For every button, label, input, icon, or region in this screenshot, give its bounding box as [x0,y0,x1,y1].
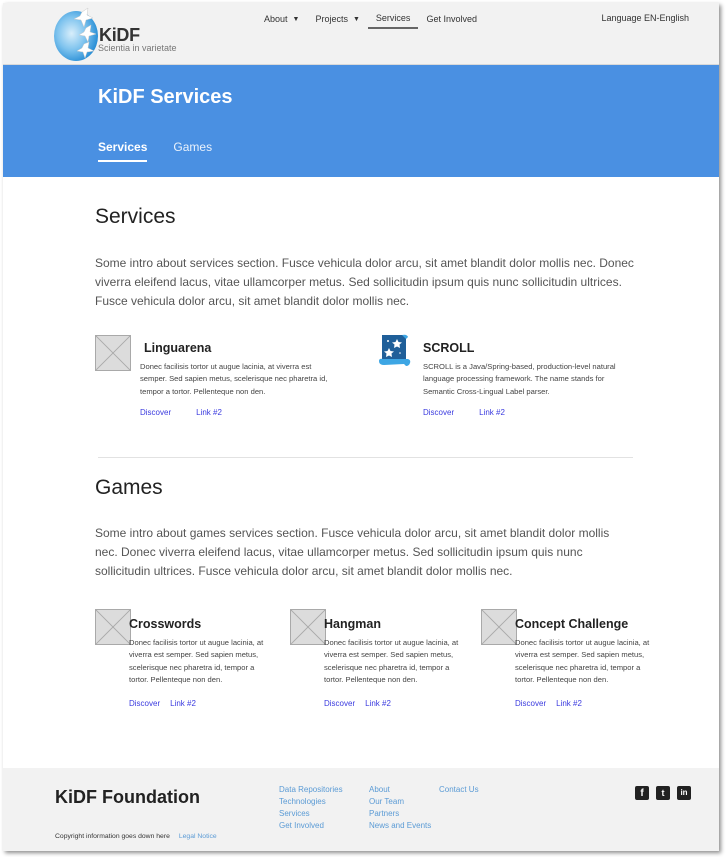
footer-link[interactable]: Our Team [369,796,431,808]
card-description: Donec facilisis tortor ut augue lacinia,… [140,362,328,396]
footer-link[interactable]: News and Events [369,820,431,832]
hero-banner: KiDF Services Services Games [3,65,719,177]
game-card-concept-challenge: Concept Challenge Donec facilisis tortor… [481,609,671,714]
link-2[interactable]: Link #2 [479,408,505,417]
page: KiDF Scientia in varietate About ▼ Proje… [3,3,719,851]
footer: KiDF Foundation Data Repositories Techno… [3,768,719,851]
discover-link[interactable]: Discover [324,699,355,708]
link-2[interactable]: Link #2 [170,699,196,708]
main-nav: About ▼ Projects ▼ Services Get Involved [256,13,485,33]
footer-column-1: Data Repositories Technologies Services … [279,784,343,832]
legal-notice-link[interactable]: Legal Notice [179,833,217,840]
image-placeholder-icon [481,609,517,645]
card-description: Donec facilisis tortor ut augue lacinia,… [515,638,650,684]
services-intro: Some intro about services section. Fusce… [95,256,634,308]
link-2[interactable]: Link #2 [556,699,582,708]
language-selector[interactable]: Language EN-English [601,13,689,23]
copyright: Copyright information goes down here Leg… [55,833,217,840]
discover-link[interactable]: Discover [129,699,160,708]
footer-link[interactable]: About [369,784,431,796]
section-tabs: Services Games [98,140,212,162]
card-description: Donec facilisis tortor ut augue lacinia,… [324,638,459,684]
nav-item-label: Get Involved [426,14,477,24]
card-links: Discover Link #2 [324,699,391,708]
card-title: SCROLL [423,341,475,355]
card-links: Discover Link #2 [129,699,196,708]
linkedin-icon[interactable]: in [677,786,691,800]
twitter-glyph: t [661,788,665,798]
card-title: Hangman [324,617,381,631]
services-heading: Services [95,205,176,228]
discover-link[interactable]: Discover [515,699,546,708]
facebook-glyph: f [640,788,644,799]
service-card-linguarena: Linguarena Donec facilisis tortor ut aug… [95,335,335,425]
games-heading: Games [95,476,163,499]
game-card-crosswords: Crosswords Donec facilisis tortor ut aug… [95,609,280,714]
service-card-scroll: SCROLL SCROLL is a Java/Spring-based, pr… [378,334,618,425]
facebook-icon[interactable]: f [635,786,649,800]
footer-link[interactable]: Partners [369,808,431,820]
logo[interactable]: KiDF Scientia in varietate [52,6,192,62]
footer-column-3: Contact Us [439,784,479,796]
page-title: KiDF Services [98,86,233,108]
card-links: Discover Link #2 [140,408,222,417]
link-2[interactable]: Link #2 [196,408,222,417]
footer-link[interactable]: Technologies [279,796,343,808]
discover-link[interactable]: Discover [423,408,454,417]
section-divider [98,457,633,458]
top-header: KiDF Scientia in varietate About ▼ Proje… [3,3,719,65]
card-title: Linguarena [144,341,212,355]
footer-link[interactable]: Data Repositories [279,784,343,796]
nav-item-projects[interactable]: Projects ▼ [307,13,367,29]
image-placeholder-icon [290,609,326,645]
discover-link[interactable]: Discover [140,408,171,417]
tab-games[interactable]: Games [173,140,212,162]
footer-link[interactable]: Get Involved [279,820,343,832]
image-placeholder-icon [95,335,131,371]
game-card-hangman: Hangman Donec facilisis tortor ut augue … [290,609,475,714]
footer-brand: KiDF Foundation [55,787,200,807]
logo-tagline: Scientia in varietate [98,43,177,53]
footer-link[interactable]: Contact Us [439,784,479,796]
link-2[interactable]: Link #2 [365,699,391,708]
logo-globe-icon [54,7,98,61]
nav-item-label: Projects [315,14,348,24]
nav-item-label: About [264,14,288,24]
social-links: f t in [635,786,691,800]
nav-item-label: Services [375,13,411,23]
games-intro: Some intro about games services section.… [95,526,610,578]
card-description: SCROLL is a Java/Spring-based, productio… [423,362,616,396]
nav-item-get-involved[interactable]: Get Involved [418,13,485,29]
card-title: Crosswords [129,617,202,631]
twitter-icon[interactable]: t [656,786,670,800]
nav-item-about[interactable]: About ▼ [256,13,307,29]
nav-item-services[interactable]: Services [367,13,419,29]
card-description: Donec facilisis tortor ut augue lacinia,… [129,638,264,684]
footer-link[interactable]: Services [279,808,343,820]
card-links: Discover Link #2 [423,408,505,417]
copyright-text: Copyright information goes down here [55,833,170,840]
card-links: Discover Link #2 [515,699,582,708]
footer-column-2: About Our Team Partners News and Events [369,784,431,832]
linkedin-glyph: in [680,788,688,797]
scroll-stars-icon [379,334,411,366]
caret-down-icon: ▼ [292,15,300,23]
caret-down-icon: ▼ [352,15,360,23]
card-title: Concept Challenge [515,617,629,631]
tab-services[interactable]: Services [98,140,148,162]
image-placeholder-icon [95,609,131,645]
